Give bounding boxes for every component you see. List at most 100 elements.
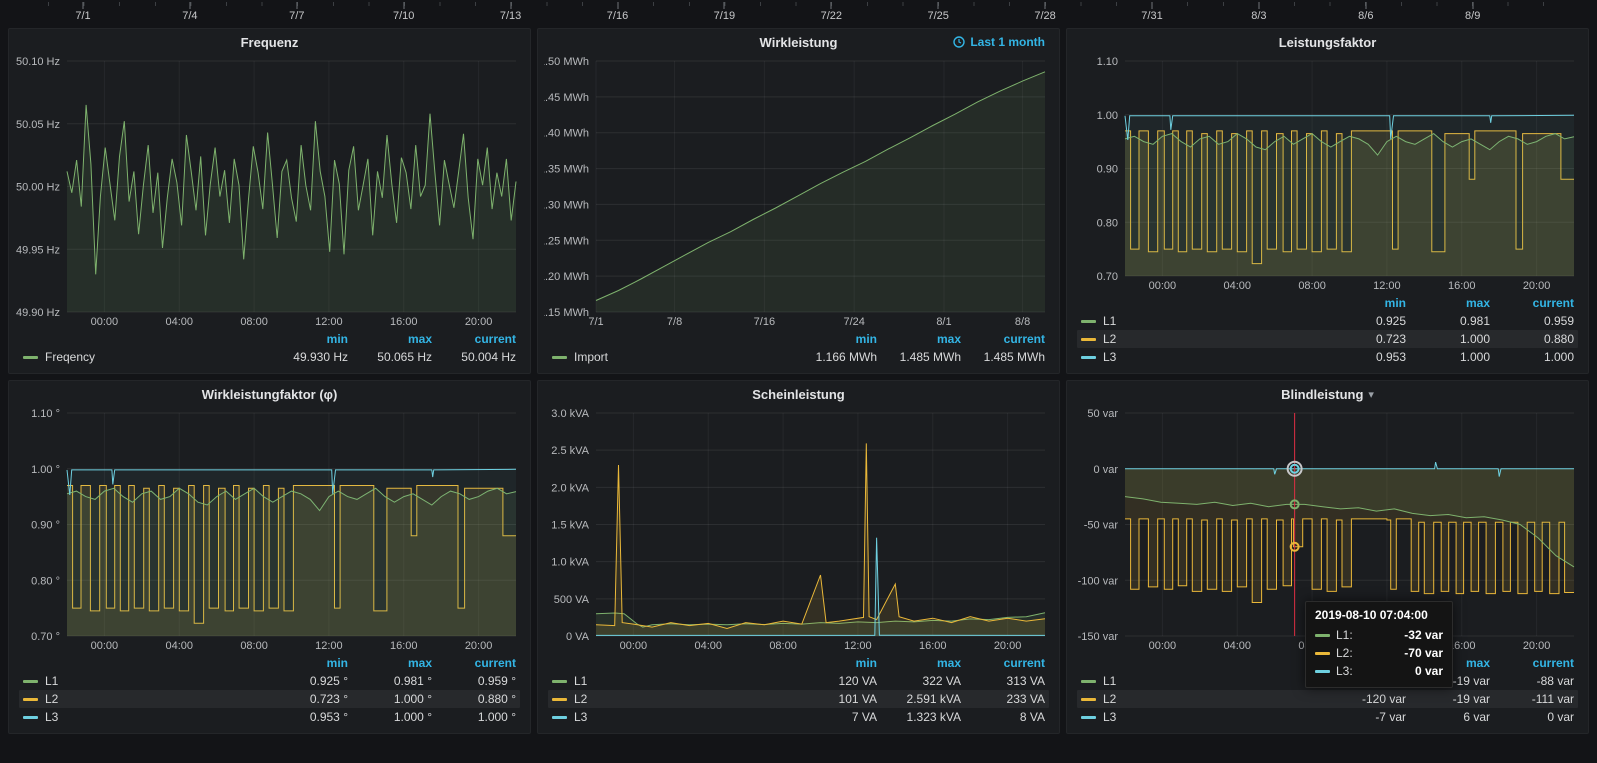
- legend-value: 7 VA: [793, 710, 877, 724]
- time-range-indicator: Last 1 month: [953, 35, 1045, 49]
- svg-text:1.35 MWh: 1.35 MWh: [544, 164, 589, 176]
- svg-text:50.10 Hz: 50.10 Hz: [16, 56, 60, 68]
- legend-series-toggle[interactable]: L2: [1081, 332, 1322, 346]
- legend-value: 8 VA: [961, 710, 1045, 724]
- legend-row-import: Import1.166 MWh1.485 MWh1.485 MWh: [548, 348, 1049, 366]
- leistungsfaktor-chart[interactable]: 00:0004:0008:0012:0016:0020:000.700.800.…: [1073, 55, 1582, 293]
- legend-value: 1.000: [1406, 332, 1490, 346]
- frequenz-chart[interactable]: 00:0004:0008:0012:0016:0020:0049.90 Hz49…: [15, 55, 524, 329]
- leistungsfaktor-legend: minmaxcurrentL10.9250.9810.959L20.7231.0…: [1073, 293, 1582, 369]
- tooltip-series-value: -32 var: [1394, 628, 1443, 642]
- panel-title[interactable]: Blindleistung: [1281, 387, 1363, 402]
- legend-series-toggle[interactable]: L2: [1081, 692, 1322, 706]
- chart-svg: 00:0004:0008:0012:0016:0020:0049.90 Hz49…: [15, 55, 524, 329]
- legend-value: 313 VA: [961, 674, 1045, 688]
- panel-title[interactable]: Frequenz: [241, 35, 299, 50]
- svg-text:04:00: 04:00: [1223, 280, 1251, 292]
- series-color-swatch: [1081, 698, 1096, 701]
- legend-col-max: max: [348, 332, 432, 346]
- svg-text:04:00: 04:00: [165, 640, 193, 652]
- series-label: Import: [574, 350, 608, 364]
- svg-text:7/1: 7/1: [588, 316, 603, 328]
- series-label: L3: [574, 710, 587, 724]
- svg-text:16:00: 16:00: [1448, 280, 1476, 292]
- chart-svg: 00:0004:0008:0012:0016:0020:000.70 °0.80…: [15, 407, 524, 653]
- legend-col-max: max: [1406, 296, 1490, 310]
- series-label: L1: [45, 674, 58, 688]
- legend-series-toggle[interactable]: L1: [552, 674, 793, 688]
- time-tick: [189, 2, 190, 9]
- legend-value: 6 var: [1406, 710, 1490, 724]
- svg-text:00:00: 00:00: [1149, 640, 1177, 652]
- wirkleistung-chart[interactable]: 7/17/87/167/248/18/81.15 MWh1.20 MWh1.25…: [544, 55, 1053, 329]
- legend-series-toggle[interactable]: L1: [1081, 674, 1322, 688]
- legend-value: 1.485 MWh: [877, 350, 961, 364]
- legend-series-toggle[interactable]: L3: [1081, 710, 1322, 724]
- panel-title[interactable]: Scheinleistung: [752, 387, 844, 402]
- series-label: L3: [45, 710, 58, 724]
- legend-series-toggle[interactable]: L1: [23, 674, 264, 688]
- panel-title[interactable]: Wirkleistungfaktor (φ): [202, 387, 338, 402]
- svg-text:1.0 kVA: 1.0 kVA: [551, 557, 589, 569]
- svg-text:8/8: 8/8: [1015, 316, 1030, 328]
- legend-series-toggle[interactable]: L3: [23, 710, 264, 724]
- chart-svg: 00:0004:0008:0012:0016:0020:000.700.800.…: [1073, 55, 1582, 293]
- legend-series-toggle[interactable]: L2: [23, 692, 264, 706]
- legend-row-l3: L37 VA1.323 kVA8 VA: [548, 708, 1049, 726]
- time-tick: [831, 2, 832, 9]
- tooltip-series-label: L2:: [1336, 646, 1353, 660]
- svg-text:00:00: 00:00: [1149, 280, 1177, 292]
- legend-header-row: minmaxcurrent: [19, 654, 520, 672]
- legend-series-toggle[interactable]: L1: [1081, 314, 1322, 328]
- wirkleistungfaktor-chart[interactable]: 00:0004:0008:0012:0016:0020:000.70 °0.80…: [15, 407, 524, 653]
- time-tick: [510, 2, 511, 9]
- legend-series-toggle[interactable]: L3: [552, 710, 793, 724]
- svg-text:7/8: 7/8: [667, 316, 682, 328]
- svg-text:2.0 kVA: 2.0 kVA: [551, 482, 589, 494]
- svg-text:1.40 MWh: 1.40 MWh: [544, 128, 589, 140]
- time-tick: [403, 2, 404, 9]
- scheinleistung-chart[interactable]: 00:0004:0008:0012:0016:0020:000 VA500 VA…: [544, 407, 1053, 653]
- panel-title[interactable]: Leistungsfaktor: [1279, 35, 1377, 50]
- time-tick-label: 7/31: [1141, 10, 1162, 22]
- svg-text:50 var: 50 var: [1087, 408, 1118, 420]
- legend-row-l2: L20.7231.0000.880: [1077, 330, 1578, 348]
- svg-text:7/24: 7/24: [843, 316, 864, 328]
- series-label: L1: [1103, 314, 1116, 328]
- legend-row-l3: L30.953 °1.000 °1.000 °: [19, 708, 520, 726]
- time-tick: [1258, 2, 1259, 9]
- svg-text:00:00: 00:00: [91, 640, 119, 652]
- legend-series-toggle[interactable]: Freqency: [23, 350, 264, 364]
- panel-header: Scheinleistung: [544, 381, 1053, 407]
- series-label: L2: [45, 692, 58, 706]
- legend-col-current: current: [1490, 296, 1574, 310]
- time-tick-label: 7/25: [927, 10, 948, 22]
- svg-text:20:00: 20:00: [1523, 280, 1551, 292]
- legend-row-l3: L3-7 var6 var0 var: [1077, 708, 1578, 726]
- legend-value: 322 VA: [877, 674, 961, 688]
- legend-series-toggle[interactable]: L2: [552, 692, 793, 706]
- panel-header: Wirkleistung Last 1 month: [544, 29, 1053, 55]
- legend-value: 50.004 Hz: [432, 350, 516, 364]
- time-tick-label: 7/1: [75, 10, 90, 22]
- panel-title[interactable]: Wirkleistung: [760, 35, 838, 50]
- panel-scheinleistung: Scheinleistung 00:0004:0008:0012:0016:00…: [537, 380, 1060, 734]
- legend-col-current: current: [1490, 656, 1574, 670]
- legend-col-current: current: [432, 656, 516, 670]
- legend-value: 0.981: [1406, 314, 1490, 328]
- panel-menu-caret-icon[interactable]: ▾: [1368, 388, 1374, 401]
- legend-col-min: min: [793, 656, 877, 670]
- legend-value: 0.959: [1490, 314, 1574, 328]
- tooltip-timestamp: 2019-08-10 07:04:00: [1315, 608, 1443, 622]
- legend-col-max: max: [877, 656, 961, 670]
- series-label: L2: [574, 692, 587, 706]
- svg-text:12:00: 12:00: [844, 640, 872, 652]
- legend-series-toggle[interactable]: L3: [1081, 350, 1322, 364]
- svg-text:20:00: 20:00: [465, 640, 493, 652]
- legend-row-l1: L10.925 °0.981 °0.959 °: [19, 672, 520, 690]
- legend-series-toggle[interactable]: Import: [552, 350, 793, 364]
- svg-text:7/16: 7/16: [754, 316, 775, 328]
- legend-value: 233 VA: [961, 692, 1045, 706]
- legend-value: -111 var: [1490, 692, 1574, 706]
- legend-col-min: min: [264, 332, 348, 346]
